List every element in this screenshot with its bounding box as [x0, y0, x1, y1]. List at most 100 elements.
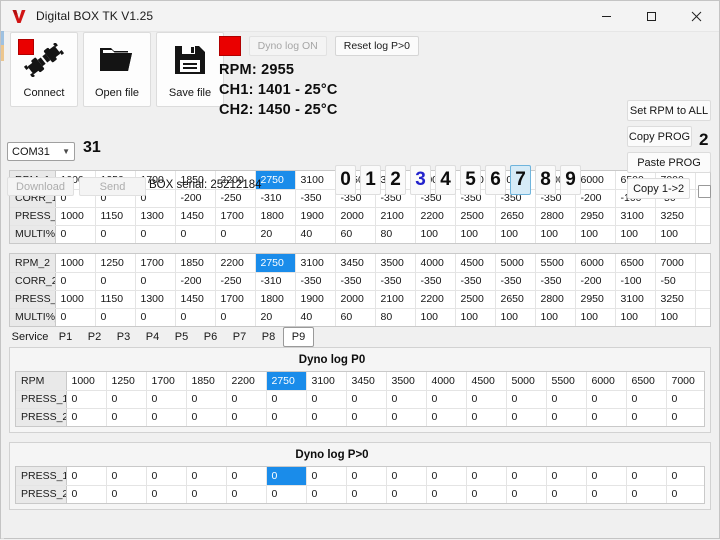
program-digit-1[interactable]: 1 — [360, 165, 381, 195]
cell-PRESS2-12[interactable]: 0 — [546, 485, 587, 503]
cell-PRESS2-0[interactable]: 0 — [66, 485, 107, 503]
tab-p5[interactable]: P5 — [167, 327, 196, 347]
cell-PRESS1-9[interactable]: 0 — [426, 467, 467, 486]
cell-PRESS2-12[interactable]: 2800 — [535, 290, 576, 309]
cell-PRESS2-8[interactable]: 0 — [386, 408, 427, 426]
cell-PRESS2-10[interactable]: 0 — [466, 408, 507, 426]
cell-RPM1-6[interactable]: 3100 — [295, 171, 336, 190]
tab-p4[interactable]: P4 — [138, 327, 167, 347]
cell-MULTI-15[interactable]: 100 — [655, 308, 696, 326]
cell-PRESS2-12[interactable]: 0 — [546, 408, 587, 426]
tab-p1[interactable]: P1 — [51, 327, 80, 347]
cell-PRESS1-0[interactable]: 0 — [66, 390, 107, 409]
cell-PRESS2-7[interactable]: 2000 — [335, 290, 376, 309]
cell-RPM-11[interactable]: 5000 — [506, 372, 547, 391]
cell-RPM2-5[interactable]: 2750 — [255, 254, 296, 273]
cell-PRESS2-13[interactable]: 2950 — [575, 290, 616, 309]
cell-MULTI-14[interactable]: 100 — [615, 308, 656, 326]
cell-PRESS1-14[interactable]: 0 — [626, 390, 667, 409]
cell-PRESS2-0[interactable]: 0 — [66, 408, 107, 426]
cell-PRESS1-5[interactable]: 0 — [266, 390, 307, 409]
cell-RPM-15[interactable]: 7000 — [666, 372, 704, 391]
cell-PRESS1-2[interactable]: 1300 — [135, 207, 176, 226]
cell-CORR2-1[interactable]: 0 — [95, 272, 136, 291]
cell-RPM-3[interactable]: 1850 — [186, 372, 227, 391]
cell-PRESS2-3[interactable]: 0 — [186, 485, 227, 503]
cell-PRESS2-11[interactable]: 0 — [506, 408, 547, 426]
cell-MULTI-5[interactable]: 20 — [255, 308, 296, 326]
cell-MULTI-7[interactable]: 60 — [335, 308, 376, 326]
cell-RPM2-1[interactable]: 1250 — [95, 254, 136, 273]
cell-RPM-14[interactable]: 6500 — [626, 372, 667, 391]
cell-PRESS2-5[interactable]: 1800 — [255, 290, 296, 309]
cell-PRESS1-12[interactable]: 0 — [546, 390, 587, 409]
cell-PRESS2-11[interactable]: 2650 — [495, 290, 536, 309]
tab-p3[interactable]: P3 — [109, 327, 138, 347]
cell-PRESS2-15[interactable]: 0 — [666, 408, 704, 426]
cell-MULTI-13[interactable]: 100 — [575, 308, 616, 326]
cell-MULTI-12[interactable]: 100 — [535, 308, 576, 326]
cell-PRESS1-12[interactable]: 2800 — [535, 207, 576, 226]
cell-PRESS1-3[interactable]: 0 — [186, 390, 227, 409]
cell-PRESS2-4[interactable]: 1700 — [215, 290, 256, 309]
cell-MULTI-3[interactable]: 0 — [175, 225, 216, 243]
cell-PRESS2-3[interactable]: 1450 — [175, 290, 216, 309]
copy-1-to-2-button[interactable]: Copy 1->2 — [627, 178, 691, 199]
cell-RPM2-8[interactable]: 3500 — [375, 254, 416, 273]
cell-CORR2-12[interactable]: -350 — [535, 272, 576, 291]
tab-p2[interactable]: P2 — [80, 327, 109, 347]
cell-PRESS1-9[interactable]: 0 — [426, 390, 467, 409]
cell-MULTI-6[interactable]: 40 — [295, 308, 336, 326]
cell-MULTI-7[interactable]: 60 — [335, 225, 376, 243]
cell-PRESS2-14[interactable]: 0 — [626, 485, 667, 503]
cell-CORR2-8[interactable]: -350 — [375, 272, 416, 291]
program-digit-7[interactable]: 7 — [510, 165, 531, 195]
tab-p6[interactable]: P6 — [196, 327, 225, 347]
cell-PRESS1-13[interactable]: 0 — [586, 467, 627, 486]
cell-PRESS1-15[interactable]: 3250 — [655, 207, 696, 226]
cell-CORR2-9[interactable]: -350 — [415, 272, 456, 291]
cell-MULTI-1[interactable]: 0 — [95, 308, 136, 326]
cell-RPM2-10[interactable]: 4500 — [455, 254, 496, 273]
program-digit-6[interactable]: 6 — [485, 165, 506, 195]
cell-PRESS1-9[interactable]: 2200 — [415, 207, 456, 226]
cell-RPM2-13[interactable]: 6000 — [575, 254, 616, 273]
cell-PRESS1-4[interactable]: 1700 — [215, 207, 256, 226]
cell-PRESS2-9[interactable]: 0 — [426, 408, 467, 426]
cell-PRESS1-15[interactable]: 0 — [666, 390, 704, 409]
cell-PRESS2-4[interactable]: 0 — [226, 408, 267, 426]
cell-PRESS1-8[interactable]: 2100 — [375, 207, 416, 226]
cell-MULTI-0[interactable]: 0 — [55, 225, 96, 243]
program-digit-9[interactable]: 9 — [560, 165, 581, 195]
cell-PRESS2-14[interactable]: 0 — [626, 408, 667, 426]
cell-PRESS1-5[interactable]: 0 — [266, 467, 307, 486]
cell-PRESS1-8[interactable]: 0 — [386, 390, 427, 409]
cell-PRESS2-6[interactable]: 0 — [306, 408, 347, 426]
cell-CORR1-13[interactable]: -200 — [575, 189, 616, 208]
set-rpm-to-all-button[interactable]: Set RPM to ALL — [627, 100, 711, 121]
cell-PRESS1-10[interactable]: 0 — [466, 390, 507, 409]
save-file-button[interactable]: Save file — [156, 32, 224, 107]
cell-PRESS1-11[interactable]: 2650 — [495, 207, 536, 226]
cell-MULTI-9[interactable]: 100 — [415, 225, 456, 243]
cell-RPM-2[interactable]: 1700 — [146, 372, 187, 391]
cell-CORR2-6[interactable]: -350 — [295, 272, 336, 291]
cell-CORR2-14[interactable]: -100 — [615, 272, 656, 291]
cell-PRESS1-4[interactable]: 0 — [226, 467, 267, 486]
cell-RPM2-4[interactable]: 2200 — [215, 254, 256, 273]
program-digit-0[interactable]: 0 — [335, 165, 356, 195]
cell-CORR1-4[interactable]: -250 — [215, 189, 256, 208]
cell-CORR2-15[interactable]: -50 — [655, 272, 696, 291]
tab-service[interactable]: Service — [9, 327, 51, 347]
com-port-select[interactable]: COM31 ▼ — [7, 142, 75, 161]
cell-PRESS1-14[interactable]: 3100 — [615, 207, 656, 226]
cell-PRESS2-7[interactable]: 0 — [346, 485, 387, 503]
maximize-icon[interactable] — [629, 1, 674, 31]
tab-p7[interactable]: P7 — [225, 327, 254, 347]
cell-RPM2-11[interactable]: 5000 — [495, 254, 536, 273]
cell-PRESS2-1[interactable]: 0 — [106, 485, 147, 503]
send-button[interactable]: Send — [79, 177, 146, 196]
dyno-log-on-button[interactable]: Dyno log ON — [248, 36, 327, 56]
cell-CORR2-4[interactable]: -250 — [215, 272, 256, 291]
cell-PRESS2-5[interactable]: 0 — [266, 408, 307, 426]
